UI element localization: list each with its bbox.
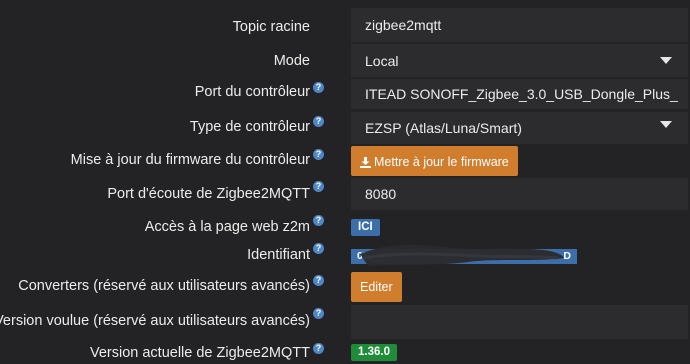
wanted-version-label: Version voulue (réservé aux utilisateurs… bbox=[0, 313, 310, 329]
question-circle-icon[interactable]: ? bbox=[313, 243, 324, 254]
current-version-label: Version actuelle de Zigbee2MQTT bbox=[89, 345, 310, 361]
question-circle-icon[interactable]: ? bbox=[313, 215, 324, 226]
converters-label: Converters (réservé aux utilisateurs ava… bbox=[18, 278, 310, 294]
type-controleur-label: Type de contrôleur bbox=[189, 119, 310, 135]
redaction-scribble bbox=[360, 244, 564, 266]
update-firmware-button-label: Mettre à jour le firmware bbox=[374, 155, 509, 169]
topic-racine-label: Topic racine bbox=[232, 19, 310, 35]
web-access-link[interactable]: ICI bbox=[351, 219, 380, 236]
question-circle-icon[interactable]: ? bbox=[313, 181, 324, 192]
listen-port-label: Port d'écoute de Zigbee2MQTT bbox=[107, 186, 310, 202]
identifiant-label: Identifiant bbox=[247, 247, 310, 263]
firmware-label: Mise à jour du firmware du contrôleur bbox=[70, 152, 310, 168]
topic-racine-input[interactable]: zigbee2mqtt bbox=[351, 8, 688, 42]
question-circle-icon[interactable]: ? bbox=[313, 116, 324, 127]
update-firmware-button[interactable]: Mettre à jour le firmware bbox=[351, 146, 518, 176]
question-circle-icon[interactable]: ? bbox=[313, 149, 324, 160]
type-controleur-select[interactable]: EZSP (Atlas/Luna/Smart) bbox=[351, 112, 688, 144]
question-circle-icon[interactable]: ? bbox=[313, 82, 324, 93]
download-icon bbox=[360, 157, 371, 168]
question-circle-icon[interactable]: ? bbox=[313, 343, 324, 354]
caret-down-icon bbox=[660, 57, 672, 64]
mode-label: Mode bbox=[273, 53, 310, 69]
mode-select-value: Local bbox=[365, 53, 399, 69]
web-access-label: Accès à la page web z2m bbox=[144, 219, 310, 235]
caret-down-icon bbox=[660, 121, 672, 128]
port-controleur-select[interactable]: ITEAD SONOFF_Zigbee_3.0_USB_Dongle_Plus_ bbox=[351, 79, 688, 109]
edit-converters-button[interactable]: Editer bbox=[351, 272, 402, 302]
type-controleur-value: EZSP (Atlas/Luna/Smart) bbox=[365, 120, 522, 136]
question-circle-icon[interactable]: ? bbox=[313, 308, 324, 319]
wanted-version-input[interactable] bbox=[351, 305, 688, 339]
listen-port-input[interactable]: 8080 bbox=[351, 178, 688, 210]
question-circle-icon[interactable]: ? bbox=[313, 275, 324, 286]
current-version-badge: 1.36.0 bbox=[351, 344, 397, 361]
mode-select[interactable]: Local bbox=[351, 44, 688, 77]
port-controleur-label: Port du contrôleur bbox=[194, 84, 310, 100]
